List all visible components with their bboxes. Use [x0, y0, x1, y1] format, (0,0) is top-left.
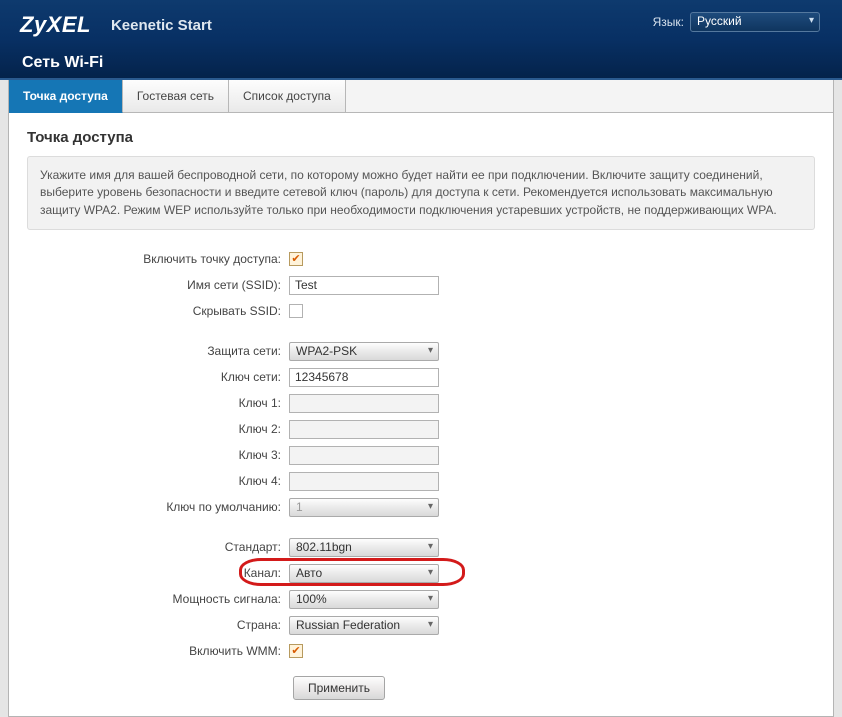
checkbox-wmm[interactable]: ✔: [289, 644, 303, 658]
label-enable-ap: Включить точку доступа:: [27, 252, 289, 266]
label-key2: Ключ 2:: [27, 422, 289, 436]
label-key1: Ключ 1:: [27, 396, 289, 410]
select-standard[interactable]: 802.11bgn: [289, 538, 439, 557]
select-power[interactable]: 100%: [289, 590, 439, 609]
lang-label: Язык:: [653, 15, 684, 29]
input-key4[interactable]: [289, 472, 439, 491]
input-net-key[interactable]: [289, 368, 439, 387]
label-standard: Стандарт:: [27, 540, 289, 554]
settings-form: Включить точку доступа: ✔ Имя сети (SSID…: [27, 248, 815, 700]
app-header: ZyXEL Keenetic Start Язык: Русский Сеть …: [0, 0, 842, 80]
select-country[interactable]: Russian Federation: [289, 616, 439, 635]
tab-guest-net[interactable]: Гостевая сеть: [123, 80, 229, 112]
input-key1[interactable]: [289, 394, 439, 413]
description: Укажите имя для вашей беспроводной сети,…: [27, 156, 815, 230]
apply-button[interactable]: Применить: [293, 676, 385, 700]
select-channel[interactable]: Авто: [289, 564, 439, 583]
label-country: Страна:: [27, 618, 289, 632]
tab-access-list[interactable]: Список доступа: [229, 80, 346, 112]
label-default-key: Ключ по умолчанию:: [27, 500, 289, 514]
section-title: Точка доступа: [27, 129, 815, 146]
input-key2[interactable]: [289, 420, 439, 439]
label-channel: Канал:: [27, 566, 289, 580]
lang-picker: Язык: Русский: [653, 12, 820, 32]
label-key3: Ключ 3:: [27, 448, 289, 462]
checkbox-hide-ssid[interactable]: ✔: [289, 304, 303, 318]
label-wmm: Включить WMM:: [27, 644, 289, 658]
checkbox-enable-ap[interactable]: ✔: [289, 252, 303, 266]
tab-access-point[interactable]: Точка доступа: [9, 80, 123, 113]
tab-bar: Точка доступа Гостевая сеть Список досту…: [9, 80, 833, 113]
select-default-key[interactable]: 1: [289, 498, 439, 517]
label-security: Защита сети:: [27, 344, 289, 358]
lang-select[interactable]: Русский: [690, 12, 820, 32]
input-ssid[interactable]: [289, 276, 439, 295]
model-name: Keenetic Start: [111, 17, 212, 34]
select-security[interactable]: WPA2-PSK: [289, 342, 439, 361]
logo: ZyXEL: [20, 12, 91, 38]
label-power: Мощность сигнала:: [27, 592, 289, 606]
page-title: Сеть Wi-Fi: [20, 42, 822, 72]
label-hide-ssid: Скрывать SSID:: [27, 304, 289, 318]
input-key3[interactable]: [289, 446, 439, 465]
label-ssid: Имя сети (SSID):: [27, 278, 289, 292]
page-body: Точка доступа Гостевая сеть Список досту…: [8, 80, 834, 717]
label-key4: Ключ 4:: [27, 474, 289, 488]
label-net-key: Ключ сети:: [27, 370, 289, 384]
